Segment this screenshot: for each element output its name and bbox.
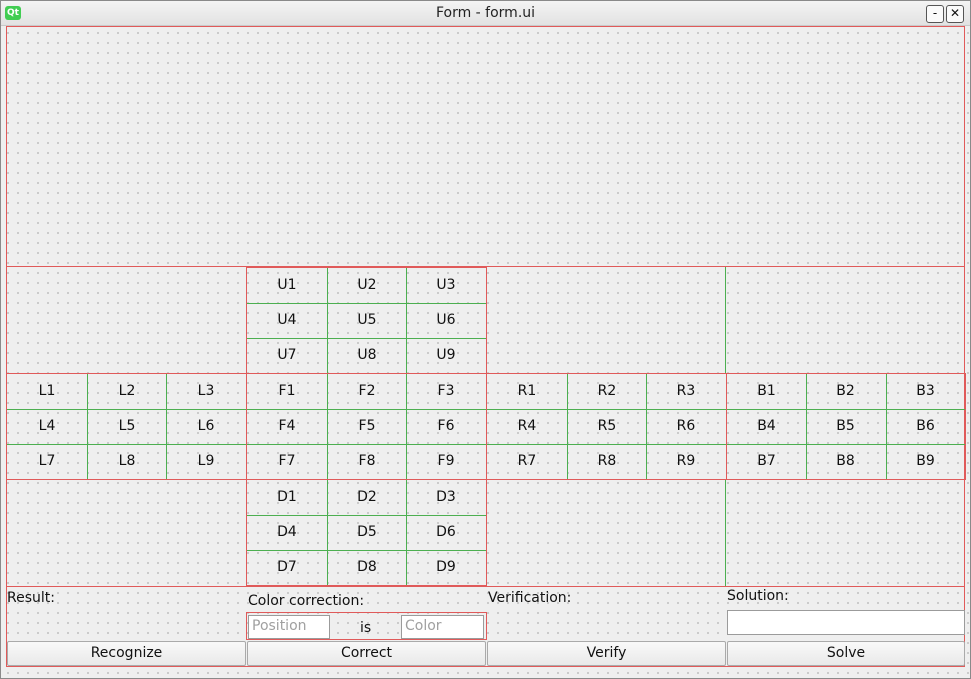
column-separator [725, 480, 726, 586]
sticker-up-8: U8 [357, 347, 377, 363]
sticker-back-4: B4 [757, 418, 776, 434]
sticker-down-8: D8 [357, 559, 377, 575]
sticker-left-7: L7 [38, 453, 56, 469]
face-up: U1 U2 U3 U4 U5 U6 U7 U8 U9 [246, 267, 487, 374]
sticker-left-8: L8 [118, 453, 136, 469]
sticker-front-2: F2 [358, 383, 376, 399]
color-input[interactable]: Color [401, 615, 484, 639]
sticker-right-5: R5 [597, 418, 617, 434]
sticker-left-1: L1 [38, 383, 56, 399]
face-front: F1 F2 F3 F4 F5 F6 F7 F8 F9 [246, 373, 487, 480]
sticker-left-5: L5 [118, 418, 136, 434]
sticker-down-5: D5 [357, 524, 377, 540]
position-input[interactable]: Position [248, 615, 330, 639]
sticker-back-9: B9 [916, 453, 935, 469]
sticker-up-4: U4 [277, 312, 297, 328]
sticker-down-3: D3 [436, 489, 456, 505]
face-left: L1 L2 L3 L4 L5 L6 L7 L8 L9 [6, 373, 247, 480]
face-back: B1 B2 B3 B4 B5 B6 B7 B8 B9 [726, 373, 966, 480]
solution-label: Solution: [727, 588, 789, 604]
form-window: Qt Form - form.ui - ✕ U1 U2 U3 U4 U5 U6 U7 U8 U9… [0, 0, 971, 679]
sticker-front-4: F4 [278, 418, 296, 434]
sticker-up-6: U6 [436, 312, 456, 328]
sticker-right-6: R6 [676, 418, 696, 434]
solution-field[interactable] [727, 610, 965, 635]
sticker-right-7: R7 [517, 453, 537, 469]
title-bar: Qt Form - form.ui - ✕ [1, 1, 970, 26]
sticker-front-1: F1 [278, 383, 296, 399]
sticker-left-9: L9 [197, 453, 215, 469]
sticker-back-5: B5 [836, 418, 855, 434]
sticker-right-4: R4 [517, 418, 537, 434]
sticker-right-1: R1 [517, 383, 537, 399]
face-down: D1 D2 D3 D4 D5 D6 D7 D8 D9 [246, 479, 487, 586]
sticker-up-2: U2 [357, 277, 377, 293]
result-label: Result: [7, 590, 55, 606]
sticker-left-4: L4 [38, 418, 56, 434]
close-button[interactable]: ✕ [946, 5, 964, 23]
sticker-down-7: D7 [277, 559, 297, 575]
sticker-back-7: B7 [757, 453, 776, 469]
sticker-back-8: B8 [836, 453, 855, 469]
preview-area [6, 26, 965, 267]
sticker-right-8: R8 [597, 453, 617, 469]
is-label: is [360, 620, 372, 636]
correct-button[interactable]: Correct [247, 641, 486, 666]
sticker-down-6: D6 [436, 524, 456, 540]
form-canvas: U1 U2 U3 U4 U5 U6 U7 U8 U9 L1 L2 L3 L4 L5 L6 L7 L8 L9 F1… [1, 26, 970, 678]
sticker-front-5: F5 [358, 418, 376, 434]
sticker-front-8: F8 [358, 453, 376, 469]
column-separator [725, 267, 726, 373]
sticker-left-2: L2 [118, 383, 136, 399]
minimize-button[interactable]: - [926, 5, 944, 23]
sticker-right-9: R9 [676, 453, 696, 469]
sticker-front-6: F6 [437, 418, 455, 434]
sticker-up-3: U3 [436, 277, 456, 293]
sticker-down-2: D2 [357, 489, 377, 505]
sticker-back-2: B2 [836, 383, 855, 399]
sticker-back-6: B6 [916, 418, 935, 434]
sticker-front-3: F3 [437, 383, 455, 399]
sticker-back-3: B3 [916, 383, 935, 399]
verification-label: Verification: [488, 590, 572, 606]
sticker-down-1: D1 [277, 489, 297, 505]
recognize-button[interactable]: Recognize [7, 641, 246, 666]
solve-button[interactable]: Solve [727, 641, 965, 666]
window-title: Form - form.ui [435, 5, 536, 21]
color-correction-label: Color correction: [248, 593, 365, 609]
sticker-right-2: R2 [597, 383, 617, 399]
sticker-back-1: B1 [757, 383, 776, 399]
sticker-up-1: U1 [277, 277, 297, 293]
verify-button[interactable]: Verify [487, 641, 726, 666]
sticker-left-3: L3 [197, 383, 215, 399]
face-right: R1 R2 R3 R4 R5 R6 R7 R8 R9 [486, 373, 727, 480]
sticker-left-6: L6 [197, 418, 215, 434]
sticker-up-9: U9 [436, 347, 456, 363]
sticker-front-9: F9 [437, 453, 455, 469]
sticker-down-4: D4 [277, 524, 297, 540]
sticker-front-7: F7 [278, 453, 296, 469]
sticker-down-9: D9 [436, 559, 456, 575]
sticker-up-7: U7 [277, 347, 297, 363]
sticker-right-3: R3 [676, 383, 696, 399]
sticker-up-5: U5 [357, 312, 377, 328]
